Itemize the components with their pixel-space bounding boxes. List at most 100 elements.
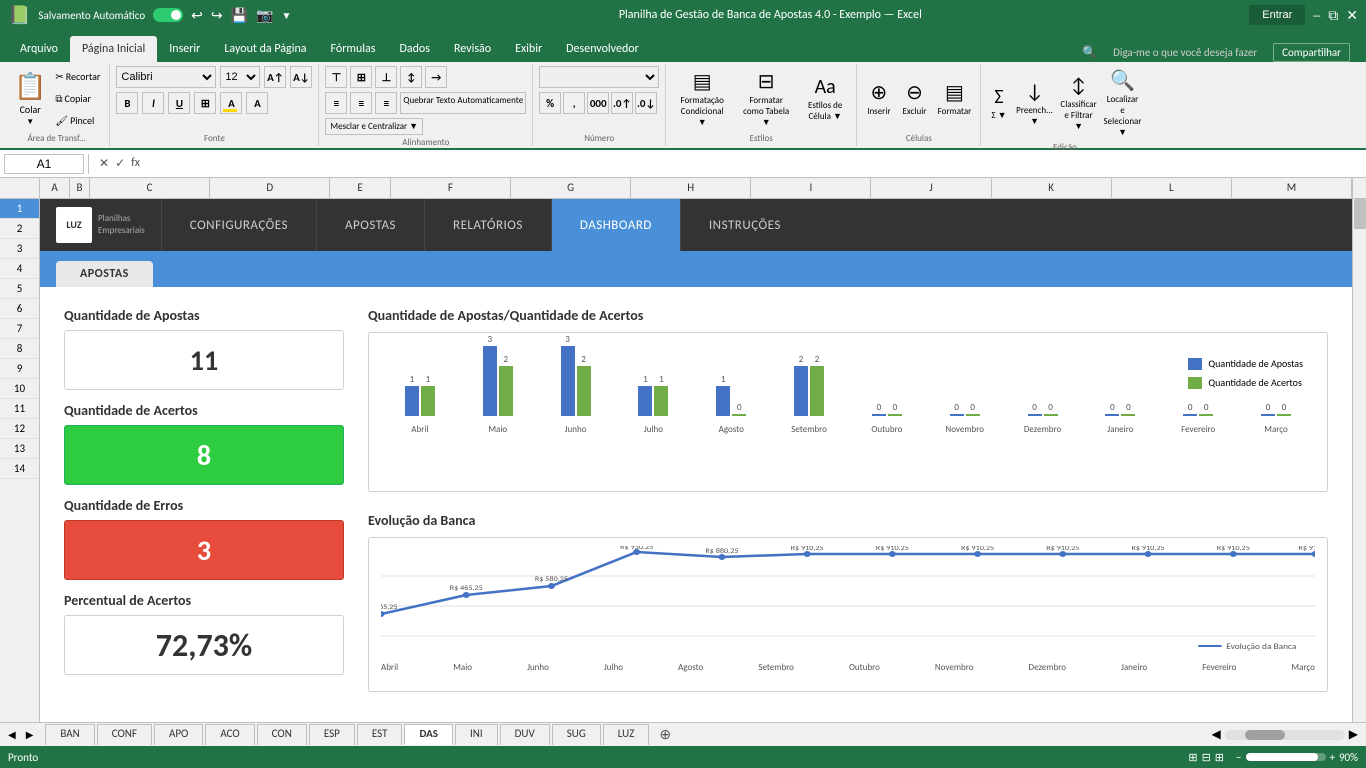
align-bottom-button[interactable]: ⊥ xyxy=(375,66,397,88)
minimize-icon[interactable]: ─ xyxy=(1313,7,1320,24)
merge-center-button[interactable]: Mesclar e Centralizar ▼ xyxy=(325,118,423,135)
autosave-toggle[interactable] xyxy=(153,8,183,22)
h-scrollbar-thumb[interactable] xyxy=(1245,730,1285,740)
row-6-header[interactable]: 6 xyxy=(0,299,39,319)
sheet-tab-sug[interactable]: SUG xyxy=(552,724,601,745)
border-button[interactable]: ⊞ xyxy=(194,92,216,114)
font-size-select[interactable]: 12 xyxy=(220,66,260,88)
redo-icon[interactable]: ↪ xyxy=(211,7,223,24)
sheet-tab-esp[interactable]: ESP xyxy=(309,724,355,745)
camera-icon[interactable]: 📷 xyxy=(256,7,273,24)
row-8-header[interactable]: 8 xyxy=(0,339,39,359)
nav-tab-apostas[interactable]: APOSTAS xyxy=(316,199,424,251)
prev-tab-icon[interactable]: ◀ xyxy=(4,728,20,741)
col-L[interactable]: L xyxy=(1112,178,1232,198)
row-2-header[interactable]: 2 xyxy=(0,219,39,239)
align-right-button[interactable]: ≡ xyxy=(375,92,397,114)
sheet-tab-apo[interactable]: APO xyxy=(154,724,203,745)
zoom-control[interactable]: − + 90% xyxy=(1236,751,1358,764)
close-icon[interactable]: ✕ xyxy=(1346,7,1358,24)
zoom-slider[interactable] xyxy=(1246,753,1326,761)
indent-increase-button[interactable]: → xyxy=(425,66,447,88)
nav-tab-relatorios[interactable]: RELATÓRIOS xyxy=(424,199,551,251)
tab-revisao[interactable]: Revisão xyxy=(442,36,503,62)
row-14-header[interactable]: 14 xyxy=(0,459,39,479)
sheet-tab-ban[interactable]: BAN xyxy=(45,724,94,745)
fill-button[interactable]: ↓ Preench... ▼ xyxy=(1015,78,1055,129)
page-break-icon[interactable]: ⊞ xyxy=(1215,751,1224,764)
copy-button[interactable]: ⧉Copiar xyxy=(52,89,103,109)
font-color-button[interactable]: A xyxy=(246,92,268,114)
dropdown-icon[interactable]: ▼ xyxy=(281,9,291,22)
paste-button[interactable]: 📋 Colar ▼ xyxy=(10,68,50,129)
col-E[interactable]: E xyxy=(330,178,391,198)
add-sheet-button[interactable]: ⊕ xyxy=(651,724,679,745)
number-format-select[interactable] xyxy=(539,66,659,88)
row-1-header[interactable]: 1 xyxy=(0,199,39,219)
col-M[interactable]: M xyxy=(1232,178,1352,198)
format-as-table-button[interactable]: ⊟ Formatar como Tabela ▼ xyxy=(736,67,796,130)
tab-layout[interactable]: Layout da Página xyxy=(212,36,318,62)
sub-tab-apostas[interactable]: APOSTAS xyxy=(56,261,153,287)
fill-color-button[interactable]: A xyxy=(220,92,242,114)
cancel-formula-icon[interactable]: ✕ xyxy=(99,156,109,171)
underline-button[interactable]: U xyxy=(168,92,190,114)
bold-button[interactable]: B xyxy=(116,92,138,114)
insert-function-icon[interactable]: fx xyxy=(131,156,140,171)
col-F[interactable]: F xyxy=(391,178,511,198)
row-7-header[interactable]: 7 xyxy=(0,319,39,339)
zoom-out-icon[interactable]: − xyxy=(1236,751,1241,764)
align-center-button[interactable]: ≡ xyxy=(350,92,372,114)
tab-dados[interactable]: Dados xyxy=(387,36,441,62)
format-cells-button[interactable]: ▤ Formatar xyxy=(934,78,974,119)
tab-desenvolvedor[interactable]: Desenvolvedor xyxy=(554,36,651,62)
row-11-header[interactable]: 11 xyxy=(0,399,39,419)
next-tab-icon[interactable]: ▶ xyxy=(22,728,38,741)
nav-tab-configuracoes[interactable]: CONFIGURAÇÕES xyxy=(161,199,316,251)
sheet-tab-das[interactable]: DAS xyxy=(404,724,453,745)
autosum-button[interactable]: Σ Σ ▼ xyxy=(987,83,1010,123)
scroll-left-icon[interactable]: ◀ xyxy=(1212,727,1221,742)
thousands-button[interactable]: 000 xyxy=(587,92,609,114)
row-10-header[interactable]: 10 xyxy=(0,379,39,399)
col-H[interactable]: H xyxy=(631,178,751,198)
nav-tab-instrucoes[interactable]: INSTRUÇÕES xyxy=(680,199,809,251)
tab-arquivo[interactable]: Arquivo xyxy=(8,36,70,62)
tab-exibir[interactable]: Exibir xyxy=(503,36,554,62)
page-layout-icon[interactable]: ⊟ xyxy=(1202,751,1211,764)
row-12-header[interactable]: 12 xyxy=(0,419,39,439)
entrar-button[interactable]: Entrar xyxy=(1249,5,1305,25)
formula-input[interactable] xyxy=(150,155,1362,173)
col-K[interactable]: K xyxy=(992,178,1112,198)
horizontal-scrollbar[interactable] xyxy=(1225,730,1345,740)
sheet-tab-luz[interactable]: LUZ xyxy=(603,724,650,745)
vertical-scrollbar[interactable] xyxy=(1352,199,1366,722)
sheet-tab-conf[interactable]: CONF xyxy=(97,724,152,745)
sheet-tab-con[interactable]: CON xyxy=(257,724,307,745)
align-left-button[interactable]: ≡ xyxy=(325,92,347,114)
nav-tab-dashboard[interactable]: DASHBOARD xyxy=(551,199,680,251)
normal-view-icon[interactable]: ⊞ xyxy=(1188,751,1197,764)
col-B[interactable]: B xyxy=(70,178,90,198)
row-4-header[interactable]: 4 xyxy=(0,259,39,279)
delete-cells-button[interactable]: ⊖ Excluir xyxy=(899,78,931,119)
comma-button[interactable]: , xyxy=(563,92,585,114)
italic-button[interactable]: I xyxy=(142,92,164,114)
font-name-select[interactable]: Calibri xyxy=(116,66,216,88)
row-3-header[interactable]: 3 xyxy=(0,239,39,259)
paste-dropdown[interactable]: ▼ xyxy=(26,117,34,127)
col-D[interactable]: D xyxy=(210,178,330,198)
align-middle-button[interactable]: ⊞ xyxy=(350,66,372,88)
sheet-tab-ini[interactable]: INI xyxy=(455,724,498,745)
row-5-header[interactable]: 5 xyxy=(0,279,39,299)
find-select-button[interactable]: 🔍 Localizar e Selecionar ▼ xyxy=(1103,66,1143,140)
tab-inserir[interactable]: Inserir xyxy=(157,36,212,62)
tab-formulas[interactable]: Fórmulas xyxy=(319,36,388,62)
restore-icon[interactable]: ⧉ xyxy=(1328,7,1338,24)
col-A[interactable]: A xyxy=(40,178,70,198)
confirm-formula-icon[interactable]: ✓ xyxy=(115,156,125,171)
insert-cells-button[interactable]: ⊕ Inserir xyxy=(863,78,894,119)
increase-font-button[interactable]: A↑ xyxy=(264,66,286,88)
share-button[interactable]: Compartilhar xyxy=(1273,43,1350,62)
decrease-font-button[interactable]: A↓ xyxy=(290,66,312,88)
